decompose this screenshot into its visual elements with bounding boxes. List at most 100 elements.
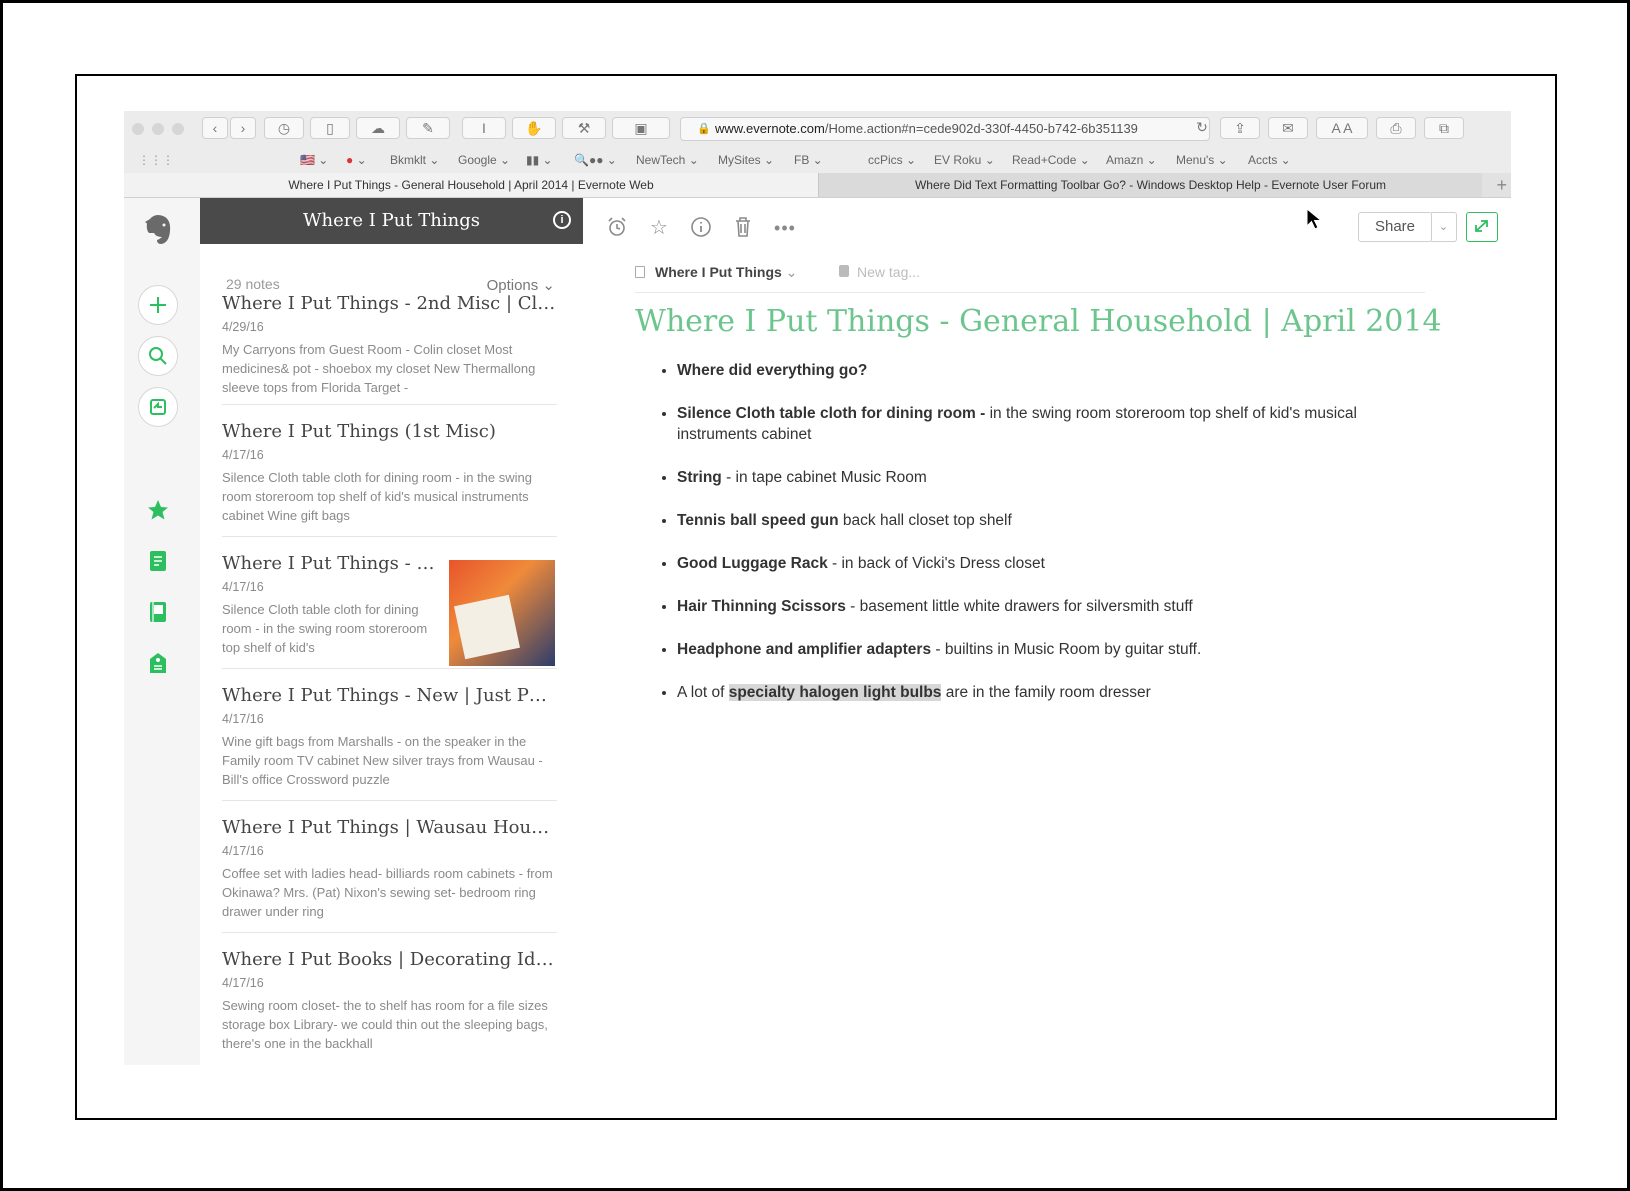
edit-icon[interactable]: ✎	[406, 117, 450, 139]
note-heading[interactable]: Where I Put Things - General Household |…	[635, 304, 1442, 339]
minimize-window-button[interactable]	[152, 123, 164, 135]
note-title: Where I Put Things - 2nd Misc | Clot…	[222, 293, 557, 314]
notes-count: 29 notes	[226, 276, 280, 292]
list-item: A lot of specialty halogen light bulbs a…	[677, 682, 1393, 703]
tags-icon[interactable]	[138, 643, 178, 683]
cloud-icon[interactable]: ☁	[356, 117, 400, 139]
share-button[interactable]: Share	[1358, 212, 1432, 242]
note-thumbnail-image	[449, 560, 555, 666]
reload-icon[interactable]: ↻	[1192, 117, 1212, 139]
note-date: 4/17/16	[222, 844, 264, 858]
url-path: /Home.action#n=cede902d-330f-4450-b742-6…	[824, 121, 1138, 136]
search-button[interactable]	[138, 336, 178, 376]
tab-evernote-web[interactable]: Where I Put Things - General Household |…	[124, 173, 818, 197]
tabs-overview-icon[interactable]: ⧉	[1424, 117, 1464, 139]
forward-button[interactable]: ›	[230, 117, 256, 139]
bookmark-fb[interactable]: FB ⌄	[794, 153, 823, 167]
share-page-icon[interactable]: ⇪	[1220, 117, 1260, 139]
list-item: Silence Cloth table cloth for dining roo…	[677, 403, 1393, 445]
search-bookmark-icon[interactable]: 🔍●● ⌄	[574, 153, 617, 167]
mail-icon[interactable]: ✉	[1268, 117, 1308, 139]
notebook-title: Where I Put Things	[303, 210, 480, 231]
note-snippet: Silence Cloth table cloth for dining roo…	[222, 470, 532, 523]
note-body[interactable]: Where did everything go? Silence Cloth t…	[653, 360, 1393, 725]
item-text: - in tape cabinet Music Room	[721, 469, 927, 486]
more-options-icon[interactable]: •••	[773, 216, 797, 240]
evernote-logo-icon[interactable]	[138, 210, 178, 250]
highlighted-text: specialty halogen light bulbs	[728, 684, 942, 701]
item-text: - builtins in Music Room by guitar stuff…	[931, 641, 1202, 658]
hand-icon[interactable]: ✋	[512, 117, 556, 139]
bookmark-menus[interactable]: Menu's ⌄	[1176, 153, 1228, 167]
bookmark-ev-roku[interactable]: EV Roku ⌄	[934, 153, 995, 167]
star-icon[interactable]: ☆	[647, 216, 671, 240]
notes-icon[interactable]	[138, 541, 178, 581]
expand-icon[interactable]	[1466, 212, 1498, 242]
list-item[interactable]: Where I Put Things - New | Just Purc… 4/…	[222, 684, 557, 801]
grid-icon[interactable]: ⋮⋮⋮	[138, 153, 174, 167]
reader-icon[interactable]: ▣	[612, 117, 670, 139]
zoom-window-button[interactable]	[172, 123, 184, 135]
list-item[interactable]: Where I Put Books | Decorating Idea… 4/1…	[222, 948, 557, 1064]
bookmark-google[interactable]: Google ⌄	[458, 153, 510, 167]
item-text: back hall closet top shelf	[838, 512, 1012, 529]
note-meta-row: Where I Put Things ⌄ New tag...	[635, 258, 1425, 293]
info-icon[interactable]: i	[553, 211, 571, 229]
list-item[interactable]: Where I Put Things - 2nd Misc | Clot… 4/…	[222, 292, 557, 405]
browser-toolbar: ‹ › ◷ ▯ ☁ ✎ I ✋ ⚒ ▣ 🔒 www.evernote.com/H…	[124, 111, 1511, 148]
bookmark-mysites[interactable]: MySites ⌄	[718, 153, 774, 167]
new-note-button[interactable]	[138, 285, 178, 325]
lock-icon: 🔒	[697, 123, 711, 135]
text-size-icon[interactable]: A A	[1316, 117, 1368, 139]
print-icon[interactable]: ⎙	[1376, 117, 1416, 139]
flag-bookmark-icon[interactable]: 🇺🇸 ⌄	[300, 153, 328, 167]
list-item: Where did everything go?	[677, 360, 1393, 381]
bookmark-bkmklt[interactable]: Bkmklt ⌄	[390, 153, 439, 167]
tag-icon	[839, 265, 849, 277]
note-snippet: Sewing room closet- the to shelf has roo…	[222, 998, 548, 1051]
work-chat-button[interactable]	[138, 387, 178, 427]
chevron-down-icon: ⌄	[785, 264, 798, 280]
url-domain: www.evernote.com	[715, 121, 825, 136]
close-window-button[interactable]	[132, 123, 144, 135]
address-bar[interactable]: 🔒 www.evernote.com/Home.action#n=cede902…	[680, 117, 1210, 141]
list-item[interactable]: Where I Put Things | Wausau House … 4/17…	[222, 816, 557, 933]
notebook-selector[interactable]: Where I Put Things ⌄	[655, 264, 797, 281]
notebooks-icon[interactable]	[138, 592, 178, 632]
text-cursor-icon[interactable]: I	[462, 117, 506, 139]
history-icon[interactable]: ◷	[264, 117, 304, 139]
trash-icon[interactable]	[731, 216, 755, 240]
red-dot-bookmark-icon[interactable]: ● ⌄	[346, 153, 367, 167]
note-snippet: Wine gift bags from Marshalls - on the s…	[222, 734, 543, 787]
share-dropdown-chevron-icon[interactable]: ⌄	[1431, 212, 1457, 242]
item-bold-text: Hair Thinning Scissors	[677, 598, 846, 615]
sidebar-icon[interactable]: ▯	[310, 117, 350, 139]
tab-bar: Where I Put Things - General Household |…	[124, 173, 1511, 198]
browser-window: ‹ › ◷ ▯ ☁ ✎ I ✋ ⚒ ▣ 🔒 www.evernote.com/H…	[124, 111, 1511, 1065]
bookmark-read-code[interactable]: Read+Code ⌄	[1012, 153, 1090, 167]
bookmark-ccpics[interactable]: ccPics ⌄	[868, 153, 916, 167]
note-title: Where I Put Things - Ki…	[222, 553, 442, 574]
note-info-icon[interactable]	[689, 216, 713, 240]
bookmark-amazn[interactable]: Amazn ⌄	[1106, 153, 1157, 167]
item-text: - in back of Vicki's Dress closet	[827, 555, 1045, 572]
tab-evernote-forum[interactable]: Where Did Text Formatting Toolbar Go? - …	[818, 173, 1482, 197]
list-item[interactable]: Where I Put Things - Ki… 4/17/16 Silence…	[222, 552, 557, 669]
note-snippet: Coffee set with ladies head- billiards r…	[222, 866, 553, 919]
note-date: 4/29/16	[222, 320, 264, 334]
notes-panel: Where I Put Things i 29 notes Options ⌄ …	[200, 198, 584, 1065]
bookmark-accts[interactable]: Accts ⌄	[1248, 153, 1291, 167]
back-button[interactable]: ‹	[202, 117, 228, 139]
bookmark-newtech[interactable]: NewTech ⌄	[636, 153, 699, 167]
note-title: Where I Put Books | Decorating Idea…	[222, 949, 557, 970]
new-tag-input[interactable]: New tag...	[857, 264, 920, 280]
shortcuts-star-icon[interactable]	[138, 490, 178, 530]
list-item[interactable]: Where I Put Things (1st Misc) 4/17/16 Si…	[222, 420, 557, 537]
tool-icon[interactable]: ⚒	[562, 117, 606, 139]
reminder-alarm-icon[interactable]	[605, 216, 629, 240]
new-tab-icon[interactable]: +	[1496, 173, 1507, 197]
item-bold-text: Where did everything go?	[677, 362, 868, 379]
notebook-icon	[635, 266, 645, 278]
bookmark-icon-folder[interactable]: ▮▮ ⌄	[526, 153, 553, 167]
list-item: String - in tape cabinet Music Room	[677, 467, 1393, 488]
